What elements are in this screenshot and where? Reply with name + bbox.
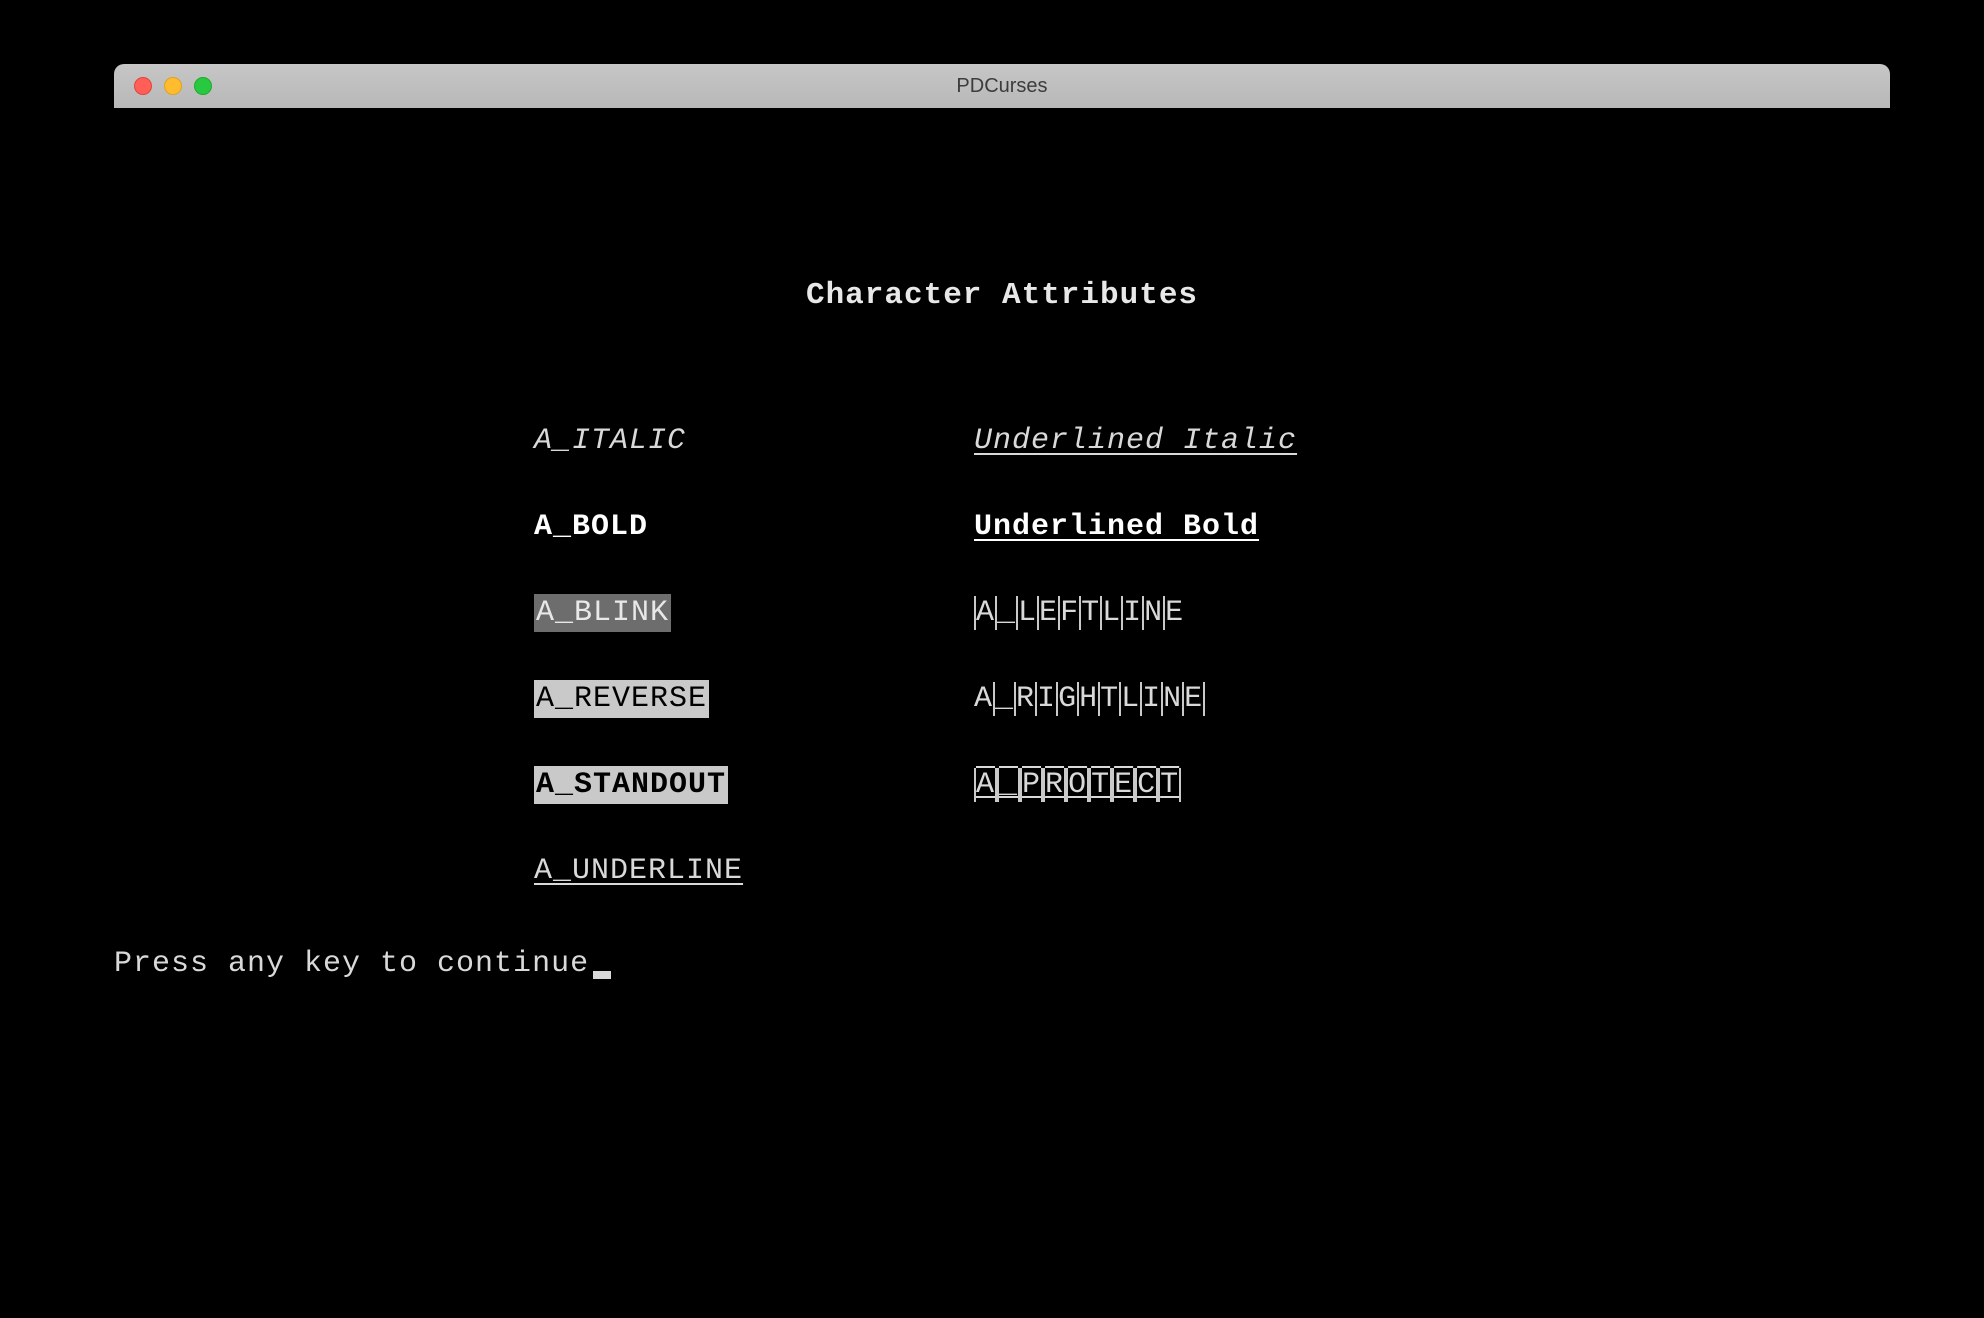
attr-underlined-italic: Underlined Italic — [974, 424, 1297, 458]
app-window: PDCurses Character Attributes A_ITALIC U… — [114, 64, 1890, 981]
attr-reverse: A_REVERSE — [534, 680, 709, 718]
minimize-icon[interactable] — [164, 77, 182, 95]
attr-row: A_ITALIC Underlined Italic — [534, 423, 1890, 459]
attr-row: A_STANDOUT A_PROTECT — [534, 767, 1890, 803]
attr-protect: A_PROTECT — [974, 768, 1181, 802]
attr-rightline: A_RIGHTLINE — [974, 682, 1205, 716]
attr-blink: A_BLINK — [534, 594, 671, 632]
window-titlebar: PDCurses — [114, 64, 1890, 108]
maximize-icon[interactable] — [194, 77, 212, 95]
attr-row: A_REVERSE A_RIGHTLINE — [534, 681, 1890, 717]
cursor-icon — [593, 971, 611, 979]
page-title: Character Attributes — [114, 278, 1890, 313]
close-icon[interactable] — [134, 77, 152, 95]
prompt-text: Press any key to continue — [114, 947, 589, 981]
prompt-line: Press any key to continue — [114, 947, 1890, 981]
terminal-viewport[interactable]: Character Attributes A_ITALIC Underlined… — [114, 108, 1890, 981]
attributes-grid: A_ITALIC Underlined Italic A_BOLD Underl… — [534, 423, 1890, 889]
attr-leftline: A_LEFTLINE — [974, 596, 1184, 630]
attr-row: A_BLINK A_LEFTLINE — [534, 595, 1890, 631]
attr-underlined-bold: Underlined Bold — [974, 510, 1259, 544]
attr-bold: A_BOLD — [534, 510, 648, 544]
attr-italic: A_ITALIC — [534, 424, 686, 458]
window-controls — [134, 77, 212, 95]
attr-standout: A_STANDOUT — [534, 766, 728, 804]
attr-row: A_UNDERLINE — [534, 853, 1890, 889]
window-title: PDCurses — [956, 75, 1047, 98]
attr-row: A_BOLD Underlined Bold — [534, 509, 1890, 545]
attr-underline: A_UNDERLINE — [534, 854, 743, 888]
